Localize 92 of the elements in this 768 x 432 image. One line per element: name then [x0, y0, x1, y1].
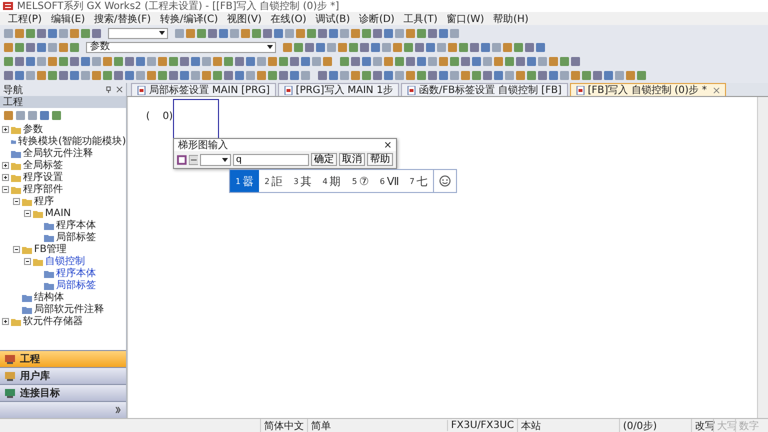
caret-icon[interactable] [159, 31, 165, 35]
toolbar-icons-drawing[interactable] [317, 70, 647, 80]
editor-tab[interactable]: [PRG]写入 MAIN 1步 [278, 83, 399, 96]
toolbar-icons-drawing[interactable] [3, 70, 311, 80]
ime-candidate[interactable]: 2 詎 [259, 170, 288, 192]
editor-tab[interactable]: 局部标签设置 MAIN [PRG] [131, 83, 276, 96]
menu-item[interactable]: 搜索/替换(F) [94, 12, 151, 26]
navigation-title: 导航 [3, 84, 24, 96]
status-text: 数字 [735, 418, 757, 432]
step-number: ( 0) [146, 111, 173, 122]
tree-item[interactable]: 结构体 [34, 290, 64, 304]
toolbar-icons-drawing[interactable] [174, 28, 460, 38]
tree-item[interactable]: 程序本体 [56, 218, 96, 232]
ime-candidate[interactable]: 3 其 [288, 170, 317, 192]
tree-item[interactable]: 参数 [23, 122, 43, 136]
status-text: (0/0步) [619, 418, 691, 432]
toolbar-icons-drawing[interactable] [3, 42, 80, 52]
expand-toggle-icon[interactable] [2, 174, 9, 180]
ime-candidate[interactable]: 6 Ⅶ [375, 170, 404, 192]
close-icon[interactable] [116, 86, 123, 93]
window-title: MELSOFT系列 GX Works2 (工程未设置) - [[FB]写入 自锁控制 (0)步 *] [17, 0, 340, 13]
close-icon[interactable] [712, 86, 720, 94]
ime-candidate[interactable]: 1 嚣 [230, 170, 259, 192]
expand-toggle-icon[interactable] [13, 246, 20, 252]
menu-item[interactable]: 在线(O) [270, 12, 306, 26]
tree-item[interactable]: 局部标签 [56, 278, 96, 292]
status-text: 简单 [307, 418, 447, 432]
status-text: 本站 [517, 418, 619, 432]
tree-item[interactable]: 程序设置 [23, 170, 63, 184]
menu-item[interactable]: 工程(P) [8, 12, 42, 26]
tree-item[interactable]: 全局软元件注释 [23, 146, 93, 160]
expand-toggle-icon[interactable] [2, 162, 9, 168]
toolbar-icons-drawing[interactable] [3, 56, 333, 66]
panel-header: 工程 [0, 96, 126, 108]
tree-item[interactable]: 程序本体 [56, 266, 96, 280]
smiley-icon[interactable] [439, 175, 451, 187]
project-icon [4, 354, 16, 364]
monitor-icon [4, 388, 16, 398]
expand-toggle-icon[interactable] [24, 210, 31, 216]
expand-toggle-icon[interactable] [2, 186, 9, 192]
tree-item[interactable]: FB管理 [34, 242, 67, 256]
ime-candidate[interactable]: 7 七 [404, 170, 433, 192]
dialog-button[interactable]: 确定 [310, 153, 337, 166]
expand-toggle-icon[interactable] [2, 126, 9, 132]
tree-item[interactable]: 局部标签 [56, 230, 96, 244]
navigation-toolbar-drawing[interactable] [3, 110, 63, 121]
tree-item[interactable]: 程序 [34, 194, 54, 208]
tree-item[interactable]: 转换模块(智能功能模块) [18, 134, 126, 148]
toolbar-icons-drawing[interactable] [282, 42, 546, 52]
menu-item[interactable]: 帮助(H) [493, 12, 529, 26]
library-icon [4, 371, 16, 381]
navigation-panel-button[interactable]: 工程 [0, 350, 126, 367]
tree-item[interactable]: 全局标签 [23, 158, 63, 172]
expand-toggle-icon[interactable] [2, 318, 9, 324]
toolbar-icons-drawing[interactable] [3, 28, 102, 38]
tree-item[interactable]: 局部软元件注释 [34, 302, 104, 316]
ladder-symbol-icon[interactable] [177, 154, 187, 164]
dialog-button[interactable]: 取消 [338, 153, 365, 166]
menu-item[interactable]: 诊断(D) [359, 12, 395, 26]
close-button[interactable]: × [384, 140, 392, 150]
navigation-panel-button[interactable]: 用户库 [0, 367, 126, 384]
caret-icon[interactable] [222, 158, 228, 162]
status-text: FX3U/FX3UC [447, 420, 517, 431]
expand-toggle-icon[interactable] [13, 198, 20, 204]
tree-item[interactable]: MAIN [45, 208, 71, 218]
status-text: 简体中文 [260, 418, 307, 432]
toolbar-icons-drawing[interactable] [339, 56, 581, 66]
toolbar-dropdown[interactable]: 参数 [86, 42, 276, 52]
ime-candidate[interactable]: 4 期 [317, 170, 346, 192]
tree-item[interactable]: 自锁控制 [45, 254, 85, 268]
ime-candidate[interactable]: 5 ⑦ [346, 170, 375, 192]
menu-item[interactable]: 窗口(W) [446, 12, 484, 26]
caret-icon[interactable] [267, 45, 273, 49]
scrollbar[interactable] [757, 97, 768, 418]
tree-item[interactable]: 软元件存储器 [23, 314, 83, 328]
expand-toggle-icon[interactable] [24, 258, 31, 264]
instruction-dropdown[interactable] [200, 154, 231, 166]
menu-item[interactable]: 转换/编译(C) [160, 12, 218, 26]
dialog-title: 梯形图输入 [178, 138, 228, 152]
ladder-symbol-icon[interactable] [188, 154, 198, 164]
instruction-input-field[interactable]: q [232, 154, 309, 166]
chevron-icon[interactable] [115, 406, 121, 414]
editor-tab[interactable]: 函数/FB标签设置 自锁控制 [FB] [400, 83, 568, 96]
menu-item[interactable]: 编辑(E) [50, 12, 85, 26]
dialog-button[interactable]: 帮助 [366, 153, 393, 166]
menu-item[interactable]: 视图(V) [227, 12, 262, 26]
tree-item[interactable]: 程序部件 [23, 182, 63, 196]
editor-tab[interactable]: [FB]写入 自锁控制 (0)步 * [570, 83, 726, 96]
pin-icon[interactable] [105, 86, 112, 93]
menu-item[interactable]: 工具(T) [404, 12, 438, 26]
menu-item[interactable]: 调试(B) [315, 12, 350, 26]
navigation-panel-button[interactable]: 连接目标 [0, 384, 126, 401]
